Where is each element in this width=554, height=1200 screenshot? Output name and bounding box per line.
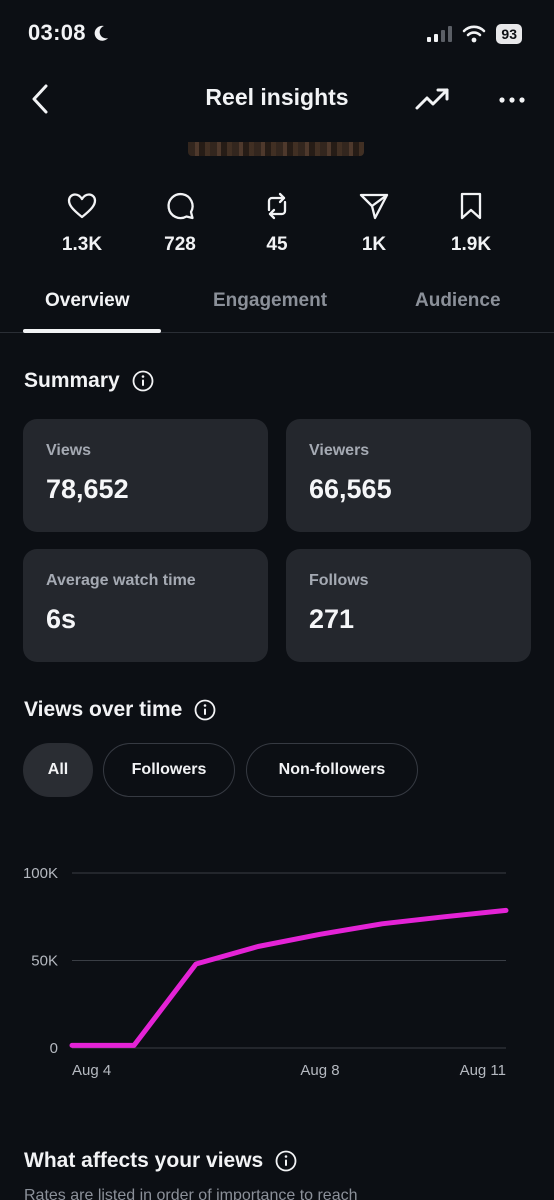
what-affects-subtitle: Rates are listed in order of importance … xyxy=(24,1187,358,1200)
tab-overview[interactable]: Overview xyxy=(45,290,130,312)
views-series-line xyxy=(69,907,509,1048)
send-icon xyxy=(359,193,389,220)
reposts-count: 45 xyxy=(266,234,288,255)
likes-count: 1.3K xyxy=(61,234,103,255)
shares-stat: 1K xyxy=(329,190,419,256)
saves-count: 1.9K xyxy=(450,234,492,255)
active-tab-indicator xyxy=(23,329,161,333)
info-icon[interactable] xyxy=(132,370,154,392)
views-value: 78,652 xyxy=(46,474,129,504)
avg-watch-time-card: Average watch time 6s xyxy=(23,549,268,662)
trends-button[interactable] xyxy=(414,84,452,116)
summary-heading: Summary xyxy=(24,369,154,393)
signal-icon xyxy=(427,26,453,42)
avg-watch-time-label: Average watch time xyxy=(46,572,196,589)
wifi-icon xyxy=(463,25,486,43)
y-tick-label: 50K xyxy=(31,953,58,970)
info-icon[interactable] xyxy=(275,1150,297,1172)
what-affects-title: What affects your views xyxy=(24,1149,264,1172)
views-card: Views 78,652 xyxy=(23,419,268,532)
page-title: Reel insights xyxy=(205,84,349,110)
comment-icon xyxy=(167,192,194,220)
views-label: Views xyxy=(46,442,92,459)
likes-stat: 1.3K xyxy=(37,190,127,256)
filter-all-chip[interactable]: All xyxy=(23,743,93,797)
follows-card: Follows 271 xyxy=(286,549,531,662)
status-indicators: 93 xyxy=(426,24,522,44)
y-tick-label: 0 xyxy=(50,1040,58,1057)
x-tick-label: Aug 8 xyxy=(300,1062,339,1079)
tab-audience[interactable]: Audience xyxy=(415,290,501,312)
y-tick-label: 100K xyxy=(23,865,58,882)
views-over-time-heading: Views over time xyxy=(24,698,216,722)
shares-count: 1K xyxy=(361,234,387,255)
reposts-stat: 45 xyxy=(232,190,322,256)
viewers-card: Viewers 66,565 xyxy=(286,419,531,532)
battery-indicator: 93 xyxy=(496,24,522,44)
comments-stat: 728 xyxy=(135,190,225,256)
tab-engagement[interactable]: Engagement xyxy=(213,290,327,312)
repost-icon xyxy=(267,192,287,220)
follows-label: Follows xyxy=(309,572,369,589)
status-time-text: 03:08 xyxy=(28,20,86,45)
comments-count: 728 xyxy=(164,234,196,255)
avg-watch-time-value: 6s xyxy=(46,604,77,634)
info-icon[interactable] xyxy=(194,699,216,721)
more-horizontal-icon xyxy=(499,97,525,103)
heart-icon xyxy=(67,193,97,219)
viewers-label: Viewers xyxy=(309,442,370,459)
views-over-time-chart: 100K 50K 0 Aug 4 Aug 8 Aug 11 xyxy=(23,865,509,1079)
viewers-value: 66,565 xyxy=(309,474,392,504)
status-time: 03:08 xyxy=(28,20,110,46)
filter-non-followers-chip[interactable]: Non-followers xyxy=(246,743,418,797)
x-tick-label: Aug 4 xyxy=(72,1062,111,1079)
bookmark-icon xyxy=(460,192,482,220)
more-options-button[interactable] xyxy=(494,86,530,114)
x-tick-label: Aug 11 xyxy=(460,1062,506,1079)
follows-value: 271 xyxy=(309,604,355,634)
summary-title: Summary xyxy=(24,369,120,392)
moon-icon xyxy=(94,25,108,41)
views-over-time-title: Views over time xyxy=(24,698,183,721)
trending-up-icon xyxy=(415,88,449,110)
saves-stat: 1.9K xyxy=(426,190,516,256)
filter-followers-chip[interactable]: Followers xyxy=(103,743,235,797)
reel-thumbnail[interactable] xyxy=(188,142,364,156)
what-affects-heading: What affects your views xyxy=(24,1149,297,1173)
